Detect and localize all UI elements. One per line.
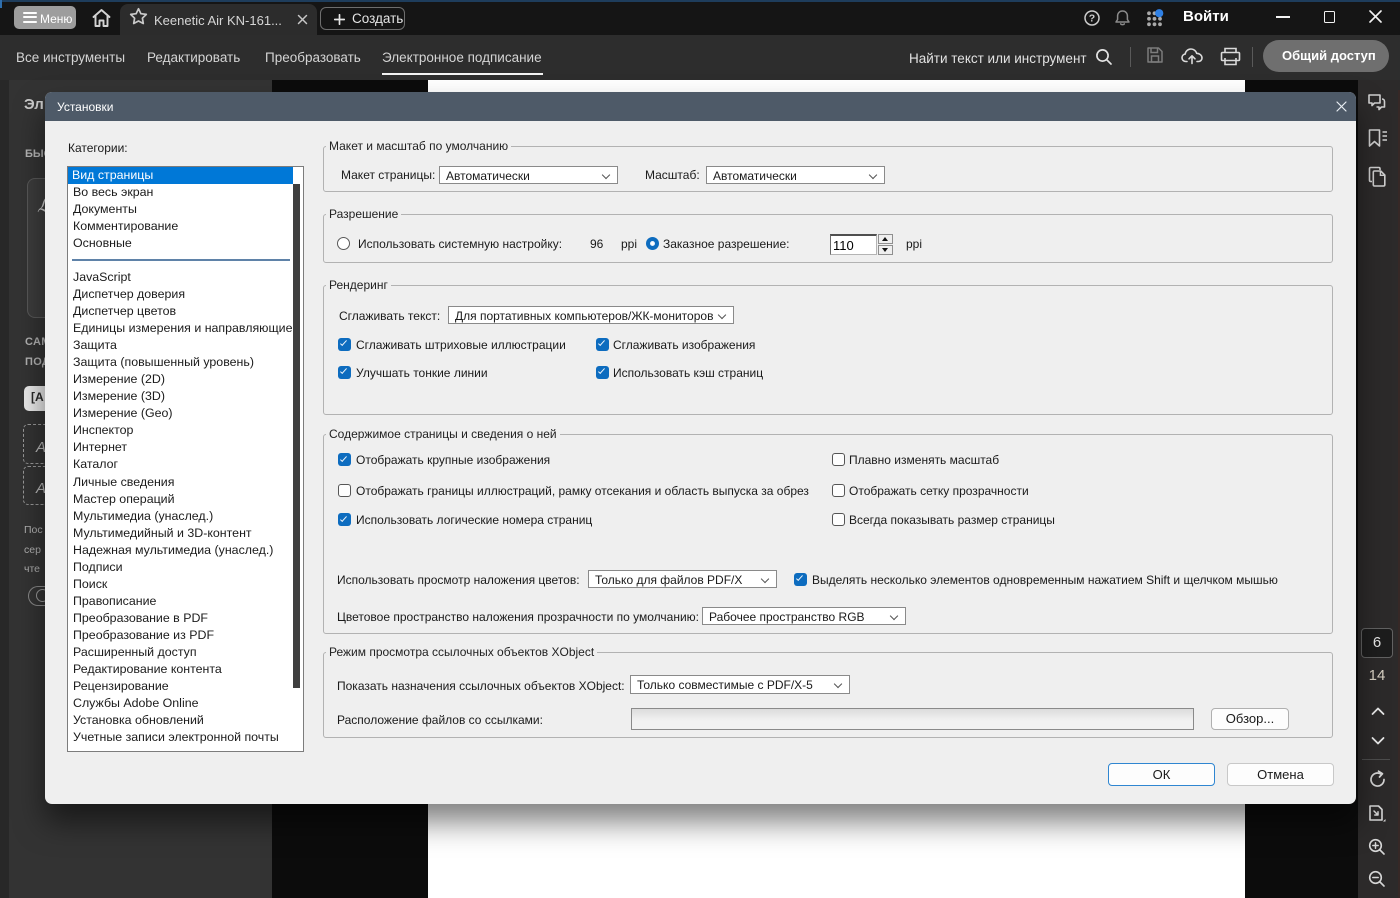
svg-text:?: ? [1089,13,1095,25]
